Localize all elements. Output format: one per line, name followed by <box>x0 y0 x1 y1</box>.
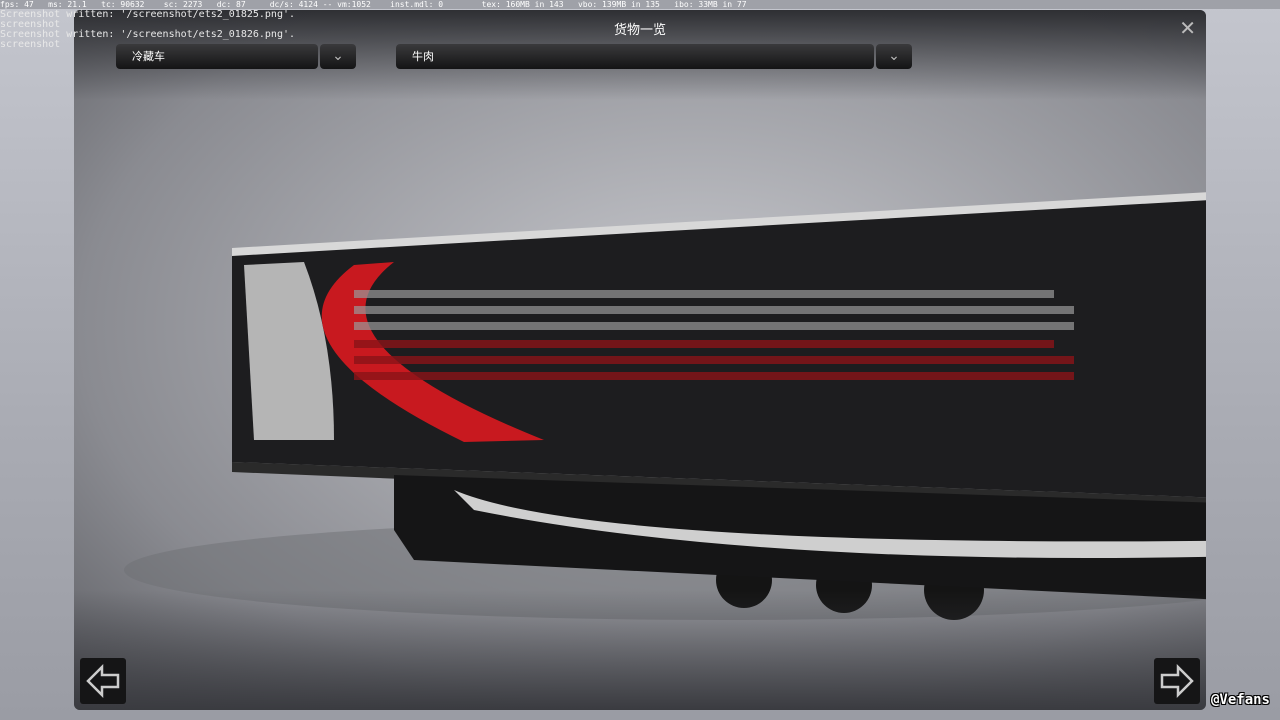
log-line: screenshot <box>0 39 61 50</box>
arrow-right-icon <box>1160 663 1194 699</box>
debug-stats: fps: 47 ms: 21.1 tc: 90632 sc: 2273 dc: … <box>0 0 1280 9</box>
prev-button[interactable] <box>80 658 126 704</box>
cargo-overview-window: 货物一览 ✕ 冷藏车 ⌄ 牛肉 ⌄ <box>74 10 1206 710</box>
console-log: Screenshot written: '/screenshot/ets2_01… <box>0 10 295 50</box>
arrow-left-icon <box>86 663 120 699</box>
chevron-down-icon[interactable]: ⌄ <box>320 44 356 69</box>
bottom-shade <box>74 590 1206 710</box>
next-button[interactable] <box>1154 658 1200 704</box>
cargo-dropdown[interactable]: 牛肉 <box>396 44 874 69</box>
chevron-down-icon[interactable]: ⌄ <box>876 44 912 69</box>
close-icon[interactable]: ✕ <box>1179 16 1196 40</box>
watermark: @Vefans <box>1210 692 1270 708</box>
